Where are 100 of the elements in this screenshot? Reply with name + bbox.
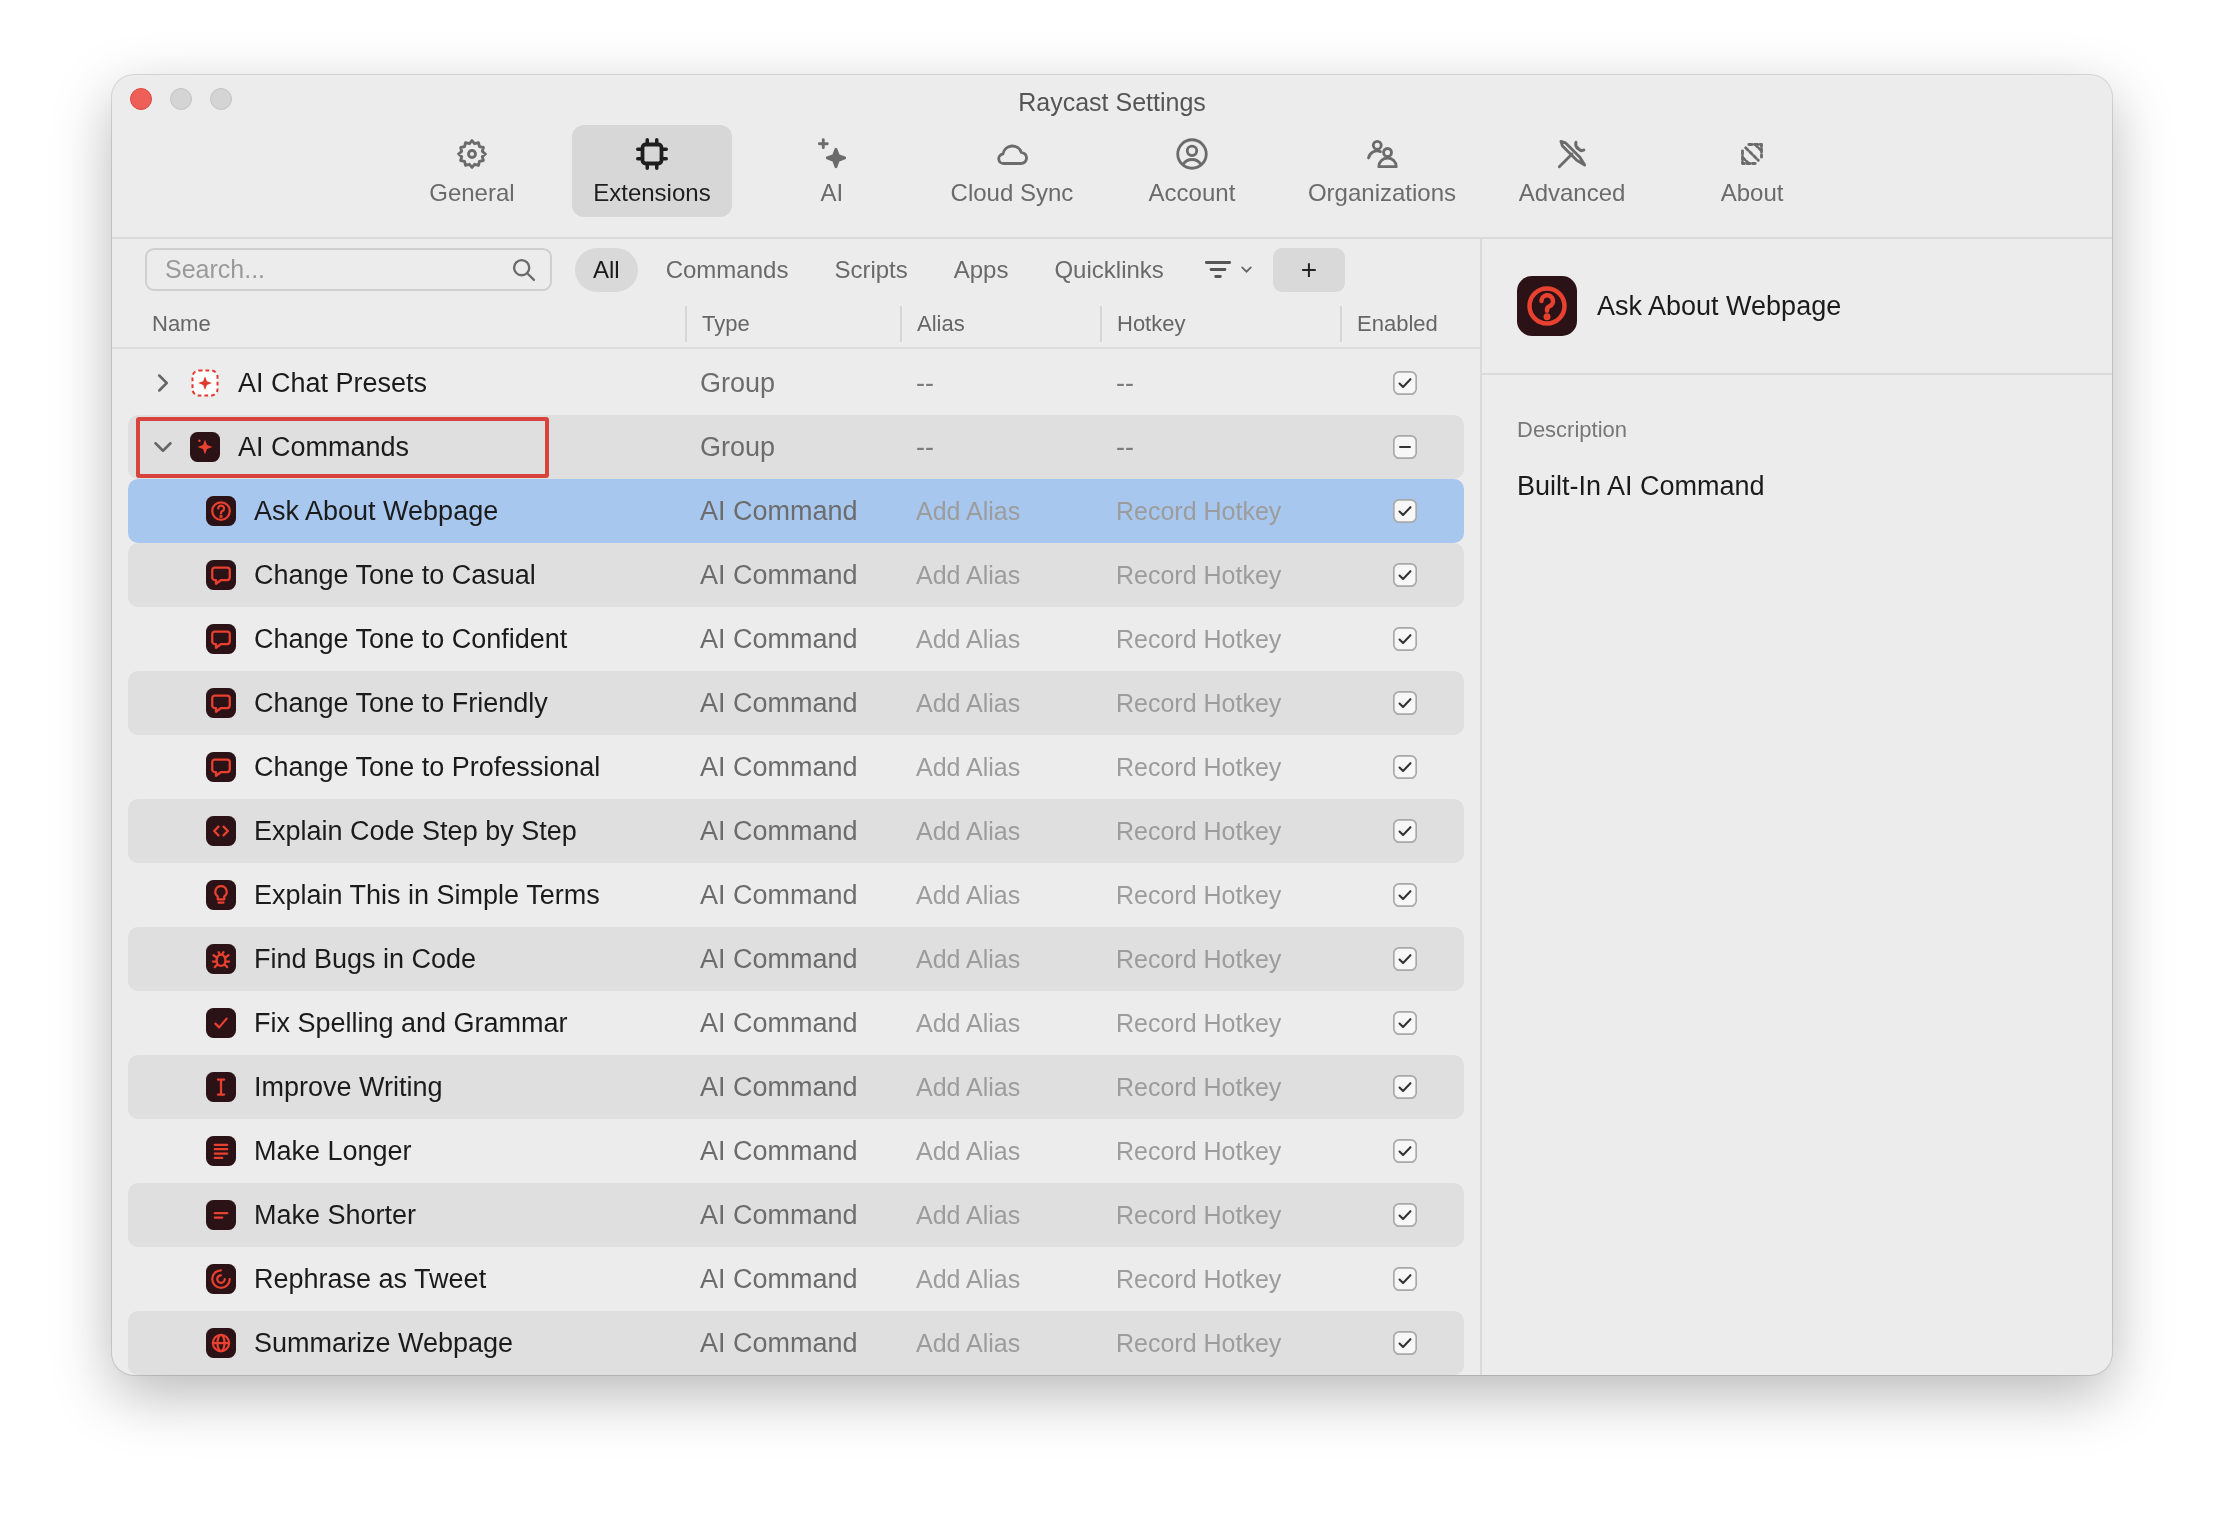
command-name: Explain Code Step by Step [254, 815, 577, 847]
toolbar-tab[interactable]: Account [1111, 125, 1272, 217]
toolbar-tab[interactable]: Extensions [571, 125, 732, 217]
command-name: Make Shorter [254, 1199, 417, 1231]
dashed-sparkle-icon [190, 368, 220, 398]
toolbar-tab[interactable]: Cloud Sync [931, 125, 1092, 217]
alias-field[interactable]: Add Alias [916, 1008, 1021, 1037]
enabled-checkbox[interactable] [1393, 947, 1417, 971]
command-name: Improve Writing [254, 1071, 443, 1103]
column-header[interactable]: Name [152, 310, 211, 337]
table-row[interactable]: Explain This in Simple Terms AI Command Add Alias Record Hotkey [128, 863, 1464, 927]
enabled-checkbox[interactable] [1393, 883, 1417, 907]
command-name: Change Tone to Confident [254, 623, 568, 655]
command-name: Make Longer [254, 1135, 412, 1167]
speech-bubble-icon [206, 752, 236, 782]
enabled-checkbox[interactable] [1393, 755, 1417, 779]
alias-field[interactable]: Add Alias [916, 1136, 1021, 1165]
type-text: Group [700, 431, 777, 463]
type-text: AI Command [700, 1327, 859, 1359]
description-text: Built-In AI Command [1517, 471, 1766, 502]
lightbulb-icon [206, 880, 236, 910]
table-row[interactable]: Change Tone to Professional AI Command Add Alias Record Hotkey [128, 735, 1464, 799]
type-text: AI Command [700, 623, 859, 655]
toolbar-tab[interactable]: AI [751, 125, 912, 217]
enabled-checkbox[interactable] [1393, 1331, 1417, 1355]
filter-tab[interactable]: Quicklinks [1036, 247, 1182, 292]
type-text: AI Command [700, 687, 859, 719]
table-row[interactable]: Find Bugs in Code AI Command Add Alias Record Hotkey [128, 927, 1464, 991]
hotkey-field[interactable]: Record Hotkey [1116, 1136, 1282, 1165]
enabled-checkbox[interactable] [1393, 499, 1417, 523]
alias-field[interactable]: Add Alias [916, 1264, 1021, 1293]
command-name: Rephrase as Tweet [254, 1263, 487, 1295]
alias-field[interactable]: Add Alias [916, 752, 1021, 781]
type-text: AI Command [700, 943, 859, 975]
enabled-checkbox[interactable] [1393, 1203, 1417, 1227]
column-header[interactable]: Hotkey [1117, 310, 1186, 337]
filter-tab[interactable]: Commands [647, 247, 807, 292]
type-text: AI Command [700, 879, 859, 911]
add-button[interactable]: + [1272, 247, 1345, 292]
type-text: AI Command [700, 1263, 859, 1295]
enabled-checkbox[interactable] [1393, 691, 1417, 715]
lines-icon [206, 1136, 236, 1166]
filter-tab[interactable]: All [575, 247, 638, 292]
table-row[interactable]: Make Longer AI Command Add Alias Record Hotkey [128, 1119, 1464, 1183]
enabled-checkbox[interactable] [1393, 819, 1417, 843]
command-name: Find Bugs in Code [254, 943, 477, 975]
hotkey-field[interactable]: Record Hotkey [1116, 1264, 1282, 1293]
enabled-checkbox[interactable] [1393, 1011, 1417, 1035]
column-header[interactable]: Alias [917, 310, 965, 337]
table-row[interactable]: Rephrase as Tweet AI Command Add Alias Record Hotkey [128, 1247, 1464, 1311]
table-row[interactable]: Ask About Webpage AI Command Add Alias Record Hotkey [128, 479, 1464, 543]
globe-icon [206, 1328, 236, 1358]
table-row[interactable]: Change Tone to Confident AI Command Add Alias Record Hotkey [128, 607, 1464, 671]
toolbar-tab[interactable]: Organizations [1291, 125, 1473, 217]
table-row[interactable]: AI Chat Presets Group -- -- [128, 351, 1464, 415]
column-header[interactable]: Enabled [1357, 310, 1438, 337]
table-row[interactable]: Change Tone to Casual AI Command Add Alias Record Hotkey [128, 543, 1464, 607]
command-name: Change Tone to Casual [254, 559, 536, 591]
speech-bubble-icon [206, 560, 236, 590]
checkmark-icon [206, 1008, 236, 1038]
table-row[interactable]: Change Tone to Friendly AI Command Add Alias Record Hotkey [128, 671, 1464, 735]
table-row[interactable]: Improve Writing AI Command Add Alias Record Hotkey [128, 1055, 1464, 1119]
toolbar-tab[interactable]: Advanced [1492, 125, 1653, 217]
enabled-checkbox[interactable] [1393, 1075, 1417, 1099]
type-text: AI Command [700, 495, 859, 527]
enabled-checkbox[interactable] [1393, 563, 1417, 587]
enabled-checkbox[interactable] [1393, 1139, 1417, 1163]
enabled-checkbox[interactable] [1393, 627, 1417, 651]
description-label: Description [1517, 417, 1629, 443]
filter-tab[interactable]: Scripts [816, 247, 926, 292]
search-field[interactable]: Search... [145, 248, 552, 292]
alias-field[interactable]: Add Alias [916, 624, 1021, 653]
speech-bubble-icon [206, 624, 236, 654]
hotkey-field[interactable]: Record Hotkey [1116, 880, 1282, 909]
short-lines-icon [206, 1200, 236, 1230]
hotkey-field[interactable]: Record Hotkey [1116, 1008, 1282, 1037]
toolbar-tab[interactable]: About [1672, 125, 1833, 217]
table-row[interactable]: Summarize Webpage AI Command Add Alias Record Hotkey [128, 1311, 1464, 1375]
close-button[interactable] [130, 88, 152, 110]
filter-tab[interactable]: Apps [935, 247, 1027, 292]
alias-field[interactable]: Add Alias [916, 880, 1021, 909]
type-text: Group [700, 367, 777, 399]
hotkey-field[interactable]: Record Hotkey [1116, 624, 1282, 653]
enabled-checkbox[interactable] [1393, 371, 1417, 395]
hotkey-field[interactable]: Record Hotkey [1116, 752, 1282, 781]
toolbar-tab[interactable]: General [391, 125, 552, 217]
command-name: Explain This in Simple Terms [254, 879, 600, 911]
table-row[interactable]: AI Commands Group -- -- [128, 415, 1464, 479]
hotkey-text: -- [1116, 431, 1134, 462]
command-name: Fix Spelling and Grammar [254, 1007, 568, 1039]
enabled-checkbox[interactable] [1393, 435, 1417, 459]
table-row[interactable]: Explain Code Step by Step AI Command Add Alias Record Hotkey [128, 799, 1464, 863]
column-header[interactable]: Type [702, 310, 750, 337]
type-text: AI Command [700, 1199, 859, 1231]
table-row[interactable]: Fix Spelling and Grammar AI Command Add Alias Record Hotkey [128, 991, 1464, 1055]
spiral-icon [206, 1264, 236, 1294]
table-row[interactable]: Make Shorter AI Command Add Alias Record Hotkey [128, 1183, 1464, 1247]
type-text: AI Command [700, 1135, 859, 1167]
enabled-checkbox[interactable] [1393, 1267, 1417, 1291]
chevron-down-icon [1239, 265, 1253, 275]
